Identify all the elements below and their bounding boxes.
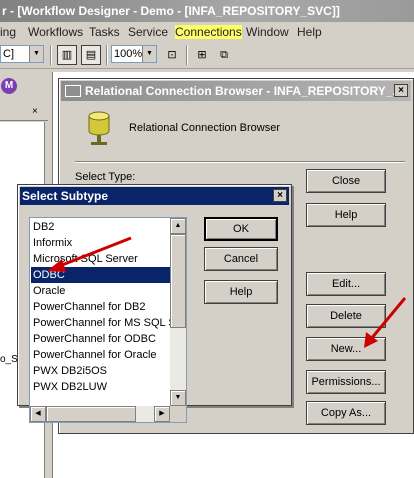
delete-button[interactable]: Delete <box>306 304 386 328</box>
select-subtype-dialog: Select Subtype × DB2 Informix Microsoft … <box>17 184 292 423</box>
menu-item-connections[interactable]: Connections <box>175 25 242 39</box>
app-title: r - [Workflow Designer - Demo - [INFA_RE… <box>2 4 340 18</box>
menu-bar: ing Workflows Tasks Service Connections … <box>0 22 414 42</box>
scroll-left-icon[interactable]: ◀ <box>30 406 46 422</box>
menu-item-help[interactable]: Help <box>297 25 322 39</box>
toolbar-separator <box>50 45 52 65</box>
select-type-label: Select Type: <box>75 171 136 183</box>
navigator-header: × <box>0 106 48 121</box>
list-item[interactable]: Informix <box>31 235 171 251</box>
list-item[interactable]: Microsoft SQL Server <box>31 251 171 267</box>
output-pane-icon: ▤ <box>85 49 97 61</box>
logo-icon: M <box>1 78 17 94</box>
help-button[interactable]: Help <box>306 203 386 227</box>
ok-button[interactable]: OK <box>204 217 278 241</box>
subtype-listbox[interactable]: DB2 Informix Microsoft SQL Server ODBC O… <box>29 217 187 423</box>
scroll-up-icon[interactable]: ▲ <box>170 218 186 234</box>
connection-browser-heading: Relational Connection Browser <box>129 122 281 134</box>
zoom-combo[interactable]: 100% ▼ <box>111 45 157 63</box>
chevron-down-icon[interactable]: ▼ <box>142 46 156 62</box>
list-item-selected[interactable]: ODBC <box>31 267 171 283</box>
list-item[interactable]: Oracle <box>31 283 171 299</box>
arrange-button[interactable]: ⧉ <box>214 45 234 65</box>
scroll-down-icon[interactable]: ▼ <box>170 390 186 406</box>
database-icon <box>88 111 110 145</box>
list-item[interactable]: PowerChannel for Oracle <box>31 347 171 363</box>
close-icon[interactable]: × <box>273 189 287 202</box>
navigator-pane-icon: ▥ <box>61 49 73 61</box>
pan-icon: ⊞ <box>197 49 207 61</box>
pan-button[interactable]: ⊞ <box>192 45 212 65</box>
horizontal-scrollbar[interactable]: ◀ ▶ <box>30 406 170 422</box>
menu-item-workflow-partial[interactable]: ing <box>0 25 16 39</box>
menu-item-service[interactable]: Service <box>128 25 168 39</box>
list-item[interactable]: PWX DB2i5OS <box>31 363 171 379</box>
menu-item-window[interactable]: Window <box>246 25 289 39</box>
divider <box>75 161 405 163</box>
edit-button[interactable]: Edit... <box>306 272 386 296</box>
connection-browser-title: Relational Connection Browser - INFA_REP… <box>85 84 403 98</box>
menu-item-tasks[interactable]: Tasks <box>89 25 120 39</box>
connection-browser-title-bar: Relational Connection Browser - INFA_REP… <box>61 81 411 101</box>
zoom-combo-value: 100% <box>114 48 143 60</box>
list-item[interactable]: DB2 <box>31 219 171 235</box>
copy-as-button[interactable]: Copy As... <box>306 401 386 425</box>
horizontal-scroll-thumb[interactable] <box>46 406 136 422</box>
close-icon[interactable]: × <box>32 106 38 117</box>
zoom-fit-icon: ⊡ <box>167 49 177 61</box>
output-toggle-button[interactable]: ▤ <box>81 45 101 65</box>
arrange-icon: ⧉ <box>220 49 228 61</box>
list-item[interactable]: PowerChannel for MS SQL Se <box>31 315 171 331</box>
zoom-fit-button[interactable]: ⊡ <box>162 45 182 65</box>
scroll-right-icon[interactable]: ▶ <box>154 406 170 422</box>
menu-item-workflows[interactable]: Workflows <box>28 25 83 39</box>
window-icon <box>65 84 81 97</box>
repository-combo-value: C] <box>3 48 14 60</box>
new-button[interactable]: New... <box>306 337 386 361</box>
scroll-corner <box>170 406 186 422</box>
chevron-down-icon[interactable]: ▼ <box>29 46 43 62</box>
permissions-button[interactable]: Permissions... <box>306 370 386 394</box>
select-subtype-title-bar: Select Subtype × <box>20 187 289 205</box>
repository-combo[interactable]: C] ▼ <box>0 45 44 63</box>
toolbar-separator <box>186 45 188 65</box>
list-item[interactable]: PowerChannel for DB2 <box>31 299 171 315</box>
list-item[interactable]: PWX DB2LUW <box>31 379 171 395</box>
app-title-bar: r - [Workflow Designer - Demo - [INFA_RE… <box>0 0 414 22</box>
toolbar-separator <box>106 45 108 65</box>
vertical-scroll-thumb[interactable] <box>170 234 186 328</box>
close-icon[interactable]: × <box>394 84 408 97</box>
help-button[interactable]: Help <box>204 280 278 304</box>
toolbar: C] ▼ ▥ ▤ 100% ▼ ⊡ ⊞ ⧉ <box>0 42 414 69</box>
navigator-toggle-button[interactable]: ▥ <box>57 45 77 65</box>
list-item[interactable]: PowerChannel for ODBC <box>31 331 171 347</box>
cancel-button[interactable]: Cancel <box>204 247 278 271</box>
close-button[interactable]: Close <box>306 169 386 193</box>
subtype-list: DB2 Informix Microsoft SQL Server ODBC O… <box>31 219 171 395</box>
vertical-scrollbar[interactable]: ▲ ▼ <box>170 218 186 406</box>
select-subtype-title: Select Subtype <box>22 189 109 203</box>
